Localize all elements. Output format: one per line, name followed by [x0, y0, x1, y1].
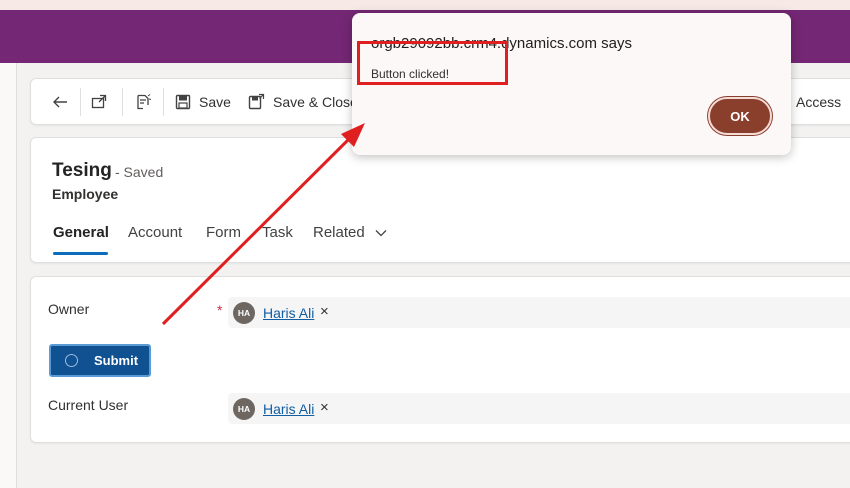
- annotation-arrow: [161, 123, 365, 326]
